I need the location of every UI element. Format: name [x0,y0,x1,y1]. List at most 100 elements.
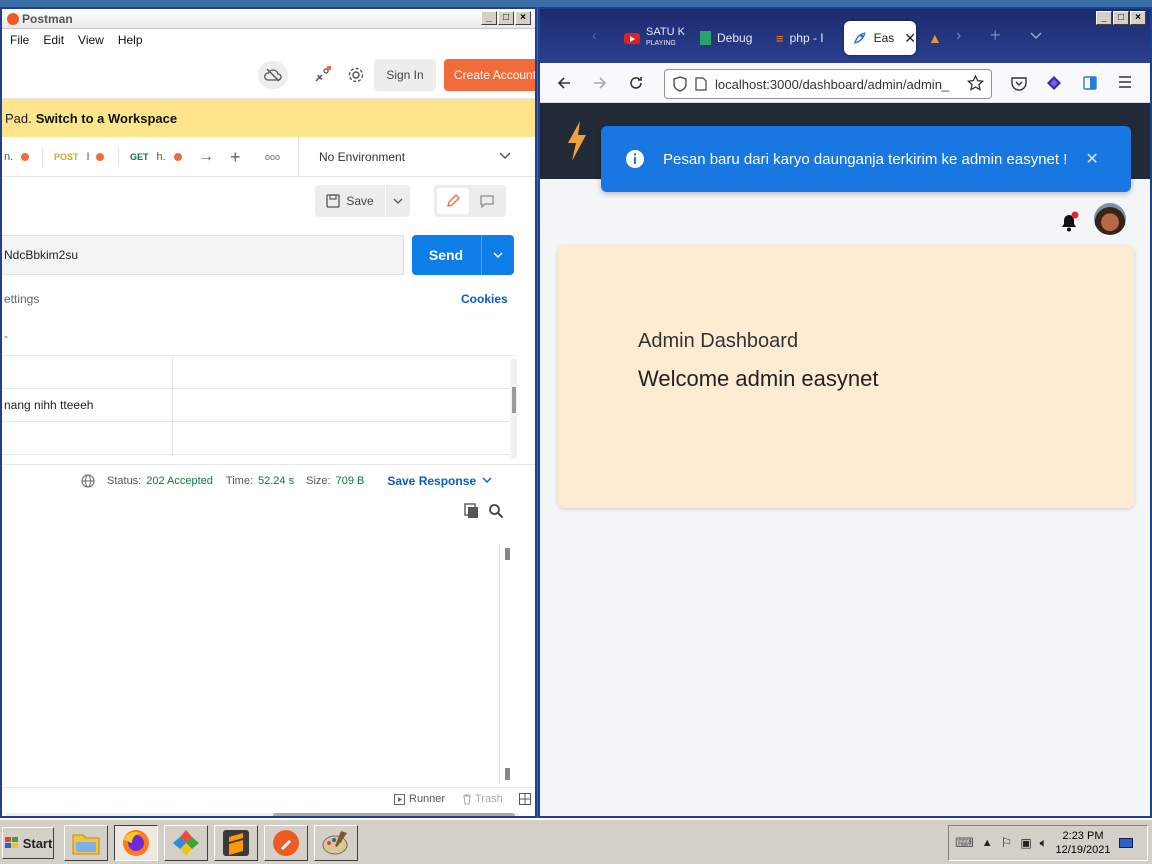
menu-edit[interactable]: Edit [43,33,64,47]
request-tab[interactable]: n. [4,137,30,177]
firefox-taskbar-button[interactable] [114,825,158,861]
status-value: 202 Accepted [146,474,213,487]
clock[interactable]: 2:23 PM 12/19/2021 [1055,829,1110,857]
cookies-link[interactable]: Cookies [461,292,508,306]
back-icon[interactable] [556,75,572,94]
two-pane-icon[interactable] [519,793,531,808]
postman-menubar: File Edit View Help [2,29,535,51]
sign-in-button[interactable]: Sign In [374,59,436,91]
more-tabs-icon[interactable]: ooo [265,137,280,177]
app-taskbar-button[interactable] [164,825,208,861]
create-account-button[interactable]: Create Account [444,59,535,91]
cloud-offline-icon[interactable] [258,61,288,89]
copy-icon[interactable] [464,503,480,522]
workspace-banner: Pad. Switch to a Workspace [2,99,535,137]
switch-workspace-link[interactable]: Switch to a Workspace [36,111,177,126]
table-cell[interactable] [2,422,173,454]
minimize-button[interactable]: _ [481,11,497,25]
reload-icon[interactable] [628,75,644,94]
shield-icon[interactable] [673,76,687,92]
tab-settings[interactable]: ettings [4,292,39,306]
close-button[interactable]: × [1130,11,1146,25]
environment-select[interactable]: No Environment [298,137,535,177]
send-button[interactable]: Send [412,235,480,275]
request-tab[interactable]: GET h. [130,137,182,177]
banner-text: Pad. [5,110,32,126]
toast-close-icon[interactable]: ✕ [1085,149,1098,169]
save-dropdown-button[interactable] [386,185,410,217]
satellite-icon[interactable] [308,61,336,89]
rocket-icon [853,32,866,44]
avatar[interactable] [1094,203,1126,235]
browser-tab[interactable]: ▲ [920,21,950,55]
gear-icon[interactable] [342,61,370,89]
new-tab-plus-icon[interactable]: + [990,25,1001,46]
comment-icon[interactable] [471,188,503,214]
close-button[interactable]: × [515,11,531,25]
response-scrollbar[interactable] [499,544,515,784]
paint-taskbar-button[interactable] [314,825,358,861]
menu-help[interactable]: Help [118,33,143,47]
youtube-icon [624,32,640,44]
menu-file[interactable]: File [10,33,29,47]
maximize-button[interactable]: □ [498,11,514,25]
taskbar: Start ⌨ ▲ ⚐ ▣ 🔈︎ 2:23 PM 12/19/2021 [0,818,1152,864]
bookmark-star-icon[interactable] [966,74,985,94]
scroll-tabs-left-icon[interactable]: ‹ [592,27,597,43]
browser-tab[interactable]: Debug [692,21,762,55]
network-icon[interactable]: ▣ [1020,836,1031,850]
postman-window-controls: _ □ × [481,11,531,25]
bolt-logo-icon[interactable] [566,121,588,161]
firefox-window: _ □ × ‹ SATU K PLAYING Debug ≡ php - I Ea… [538,7,1152,818]
pencil-icon[interactable] [437,188,469,214]
start-button[interactable]: Start [2,827,54,859]
tab-label: n. [4,151,14,163]
volume-icon[interactable]: 🔈︎ [1040,835,1048,851]
table-cell[interactable] [2,356,173,388]
palette-icon [322,831,348,855]
info-icon [626,150,644,168]
minimize-button[interactable]: _ [1096,11,1112,25]
flag-icon[interactable]: ⚐ [1001,835,1013,851]
postman-taskbar-button[interactable] [264,825,308,861]
show-desktop-icon[interactable] [1118,838,1133,848]
forward-icon[interactable] [592,75,608,94]
pocket-icon[interactable] [1011,76,1027,94]
new-tab-plus-icon[interactable]: + [230,137,241,177]
sublime-taskbar-button[interactable] [214,825,258,861]
response-body[interactable] [2,539,517,787]
extension-icon[interactable] [1046,75,1062,94]
trash-button[interactable]: Trash [462,793,503,805]
notification-bell-icon[interactable] [1058,211,1080,236]
maximize-button[interactable]: □ [1113,11,1129,25]
hamburger-menu-icon[interactable] [1118,76,1132,91]
save-response-button[interactable]: Save Response [387,474,476,488]
request-url-input[interactable]: NdcBbkim2su [2,235,404,275]
view-mode-toggle [434,185,506,217]
browser-tab[interactable]: ≡ php - I [768,21,838,55]
browser-tab-active[interactable]: Eas ✕ [844,21,916,55]
table-cell[interactable]: nang nihh tteeeh [2,389,173,421]
firefox-window-controls: _ □ × [1096,11,1146,25]
scroll-tabs-right-icon[interactable]: › [956,27,961,45]
postman-footer: Runner Trash [2,787,535,811]
close-tab-icon[interactable]: ✕ [904,30,916,47]
browser-tab[interactable]: SATU K PLAYING [616,21,688,55]
save-button[interactable]: Save [315,185,385,217]
globe-icon[interactable] [81,473,95,488]
arrow-right-icon[interactable]: → [198,137,214,177]
params-scrollbar[interactable] [511,359,517,459]
search-icon[interactable] [488,503,504,522]
request-tab[interactable]: POST I [54,137,104,177]
runner-button[interactable]: Runner [394,793,445,805]
address-bar[interactable]: localhost:3000/dashboard/admin/admin_ [664,69,992,99]
send-dropdown-button[interactable] [481,235,514,275]
tab-label: php - I [789,31,824,45]
keyboard-icon[interactable]: ⌨ [955,835,974,851]
list-tabs-icon[interactable] [1030,29,1042,43]
file-explorer-taskbar-button[interactable] [64,825,108,861]
sidebar-icon[interactable] [1082,75,1098,94]
show-hidden-icons-icon[interactable]: ▲ [982,837,993,849]
runner-icon [394,793,405,805]
menu-view[interactable]: View [78,33,104,47]
